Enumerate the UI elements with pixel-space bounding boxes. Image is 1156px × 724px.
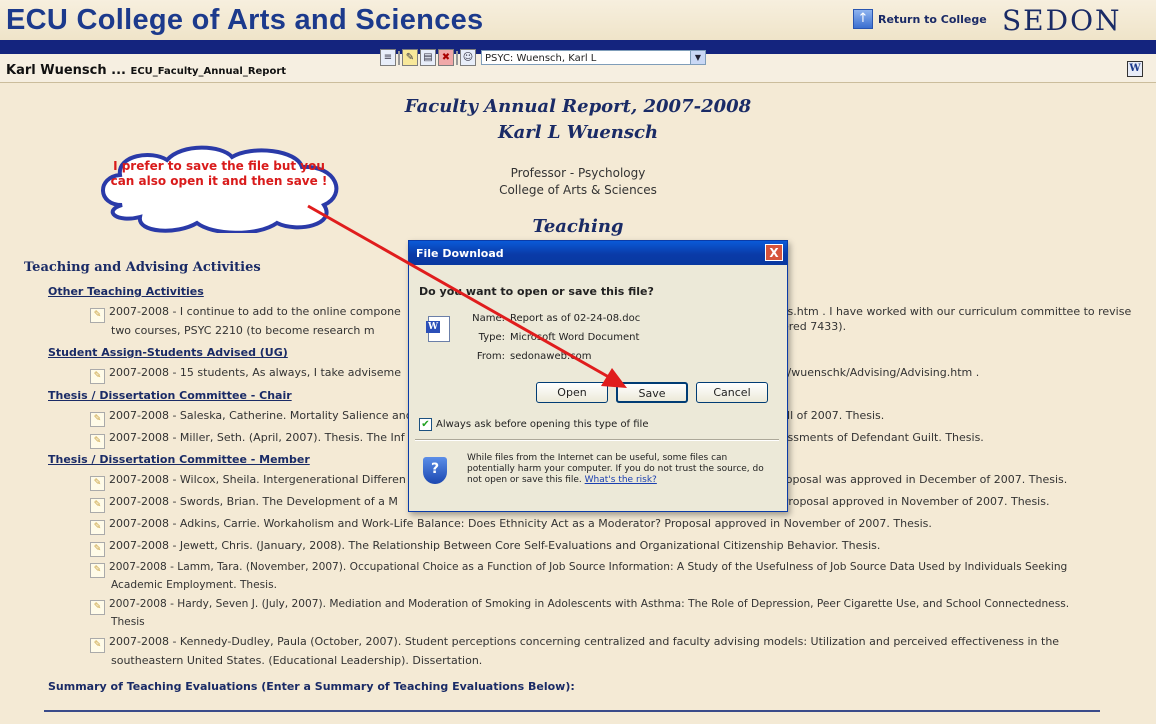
subheader: Karl Wuensch ... ECU_Faculty_Annual_Repo… [0, 49, 1156, 83]
app-title: ECU College of Arts and Sciences [6, 4, 484, 36]
entry-edit-icon[interactable]: ✎ [90, 520, 105, 535]
entry-text: 2007-2008 - I continue to add to the onl… [109, 305, 401, 318]
whats-the-risk-link[interactable]: What's the risk? [585, 475, 657, 485]
entry-edit-icon[interactable]: ✎ [90, 434, 105, 449]
category-committee-member[interactable]: Thesis / Dissertation Committee - Member [48, 453, 310, 466]
entry-text: 2007-2008 - Saleska, Catherine. Mortalit… [109, 409, 413, 422]
category-students-advised[interactable]: Student Assign-Students Advised (UG) [48, 346, 288, 359]
faculty-name: Karl L Wuensch [497, 122, 659, 143]
toolbar: ≡ ✎ ▤ ✖ ☺ PSYC: Wuensch, Karl L ▼ [380, 49, 706, 66]
list-item: ✎ 2007-2008 - Kennedy-Dudley, Paula (Octo… [90, 634, 1150, 668]
chevron-down-icon[interactable]: ▼ [690, 51, 705, 64]
entry-edit-icon[interactable]: ✎ [90, 412, 105, 427]
toolbar-separator [398, 50, 400, 65]
file-from-row: From: sedonaweb.com [461, 351, 592, 362]
sedona-logo: SEDON [1002, 4, 1122, 37]
user-line: Karl Wuensch ... ECU_Faculty_Annual_Repo… [6, 63, 286, 78]
entry-text-tail: sessments of Defendant Guilt. Thesis. [775, 431, 984, 444]
user-name: Karl Wuensch ... [6, 63, 126, 78]
entry-edit-icon[interactable]: ✎ [90, 563, 105, 578]
entry-edit-icon[interactable]: ✎ [90, 542, 105, 557]
entry-text-tail: . Proposal approved in November of 2007.… [775, 495, 1050, 508]
open-button[interactable]: Open [536, 382, 608, 403]
list-item: ✎ 2007-2008 - Hardy, Seven J. (July, 2007… [90, 597, 1150, 630]
entry-edit-icon[interactable]: ✎ [90, 476, 105, 491]
category-committee-chair[interactable]: Thesis / Dissertation Committee - Chair [48, 389, 292, 402]
entry-edit-icon[interactable]: ✎ [90, 638, 105, 653]
report-title: Faculty Annual Report, 2007-2008 [404, 96, 752, 117]
category-other-teaching[interactable]: Other Teaching Activities [48, 285, 204, 298]
up-arrow-icon[interactable]: ↑ [853, 9, 873, 29]
return-label[interactable]: Return to College [878, 13, 987, 26]
close-icon[interactable]: X [765, 244, 783, 261]
dialog-divider [415, 439, 779, 441]
delete-icon[interactable]: ✖ [438, 49, 454, 66]
file-download-dialog: File Download X Do you want to open or s… [408, 240, 788, 512]
category-teaching-evaluations: Summary of Teaching Evaluations (Enter a… [48, 680, 575, 693]
entry-text: 2007-2008 - 15 students, As always, I ta… [109, 366, 402, 379]
activities-heading: Teaching and Advising Activities [24, 260, 261, 275]
entry-edit-icon[interactable]: ✎ [90, 600, 105, 615]
entry-text-tail: Fall of 2007. Thesis. [775, 409, 885, 422]
entry-edit-icon[interactable]: ✎ [90, 498, 105, 513]
copy-icon[interactable]: ▤ [420, 49, 436, 66]
entry-text: 2007-2008 - Hardy, Seven J. (July, 2007)… [109, 598, 1070, 610]
entry-text: 2007-2008 - Swords, Brian. The Developme… [109, 495, 398, 508]
list-item: ✎ 2007-2008 - Lamm, Tara. (November, 2007… [90, 560, 1150, 593]
entry-edit-icon[interactable]: ✎ [90, 369, 105, 384]
entry-text: two courses, PSYC 2210 (to become resear… [111, 324, 375, 337]
save-button[interactable]: Save [616, 382, 688, 403]
entry-text: 2007-2008 - Miller, Seth. (April, 2007).… [109, 431, 405, 444]
person-select-value: PSYC: Wuensch, Karl L [485, 53, 597, 64]
entry-text-tail: yc/wuenschk/Advising/Advising.htm . [775, 366, 980, 379]
word-icon[interactable]: W [1127, 61, 1143, 77]
file-name-row: Name: Report as of 02-24-08.doc [461, 313, 640, 324]
file-type-value: Microsoft Word Document [510, 332, 640, 343]
file-from-label: From: [476, 351, 505, 362]
shield-icon: ? [423, 457, 447, 484]
entry-text: 2007-2008 - Adkins, Carrie. Workaholism … [109, 517, 932, 530]
callout-text: I prefer to save the file but you can al… [110, 159, 328, 188]
file-name-value: Report as of 02-24-08.doc [510, 313, 641, 324]
entry-continuation: southeastern United States. (Educational… [111, 654, 483, 667]
list-item: ✎ 2007-2008 - Jewett, Chris. (January, 20… [90, 538, 1150, 557]
person-icon[interactable]: ☺ [460, 49, 476, 66]
report-label: ECU_Faculty_Annual_Report [130, 66, 287, 77]
entry-text: 2007-2008 - Lamm, Tara. (November, 2007)… [109, 561, 1068, 573]
word-document-icon: W [426, 316, 450, 342]
entry-text: 2007-2008 - Wilcox, Sheila. Intergenerat… [109, 473, 406, 486]
entry-text: 2007-2008 - Kennedy-Dudley, Paula (Octob… [109, 635, 1060, 648]
entry-edit-icon[interactable]: ✎ [90, 308, 105, 323]
return-to-college-link[interactable]: ↑ Return to College [853, 9, 987, 29]
cancel-button[interactable]: Cancel [696, 382, 768, 403]
entry-text-tail: ses.htm . I have worked with our curricu… [775, 305, 1132, 318]
dialog-question: Do you want to open or save this file? [419, 285, 654, 298]
header: ECU College of Arts and Sciences ↑ Retur… [0, 0, 1156, 40]
dialog-title: File Download [416, 247, 504, 260]
bottom-divider [44, 710, 1100, 712]
list-item: ✎ 2007-2008 - Adkins, Carrie. Workaholism… [90, 516, 1150, 535]
file-from-value: sedonaweb.com [510, 351, 592, 362]
person-select[interactable]: PSYC: Wuensch, Karl L ▼ [481, 50, 706, 65]
file-type-row: Type: Microsoft Word Document [461, 332, 640, 343]
checkmark-icon[interactable]: ✔ [419, 418, 432, 431]
always-ask-checkbox-row[interactable]: ✔ Always ask before opening this type of… [419, 418, 649, 431]
always-ask-label[interactable]: Always ask before opening this type of f… [436, 419, 649, 430]
entry-continuation: Academic Employment. Thesis. [111, 579, 277, 591]
entry-continuation: Thesis [111, 616, 145, 628]
document-icon[interactable]: ≡ [380, 49, 396, 66]
entry-text: 2007-2008 - Jewett, Chris. (January, 200… [109, 539, 881, 552]
file-type-label: Type: [478, 332, 505, 343]
file-name-label: Name: [472, 313, 505, 324]
entry-text-tail: Proposal was approved in December of 200… [775, 473, 1068, 486]
edit-icon[interactable]: ✎ [402, 49, 418, 66]
toolbar-separator [456, 50, 458, 65]
security-warning: While files from the Internet can be use… [467, 453, 772, 486]
